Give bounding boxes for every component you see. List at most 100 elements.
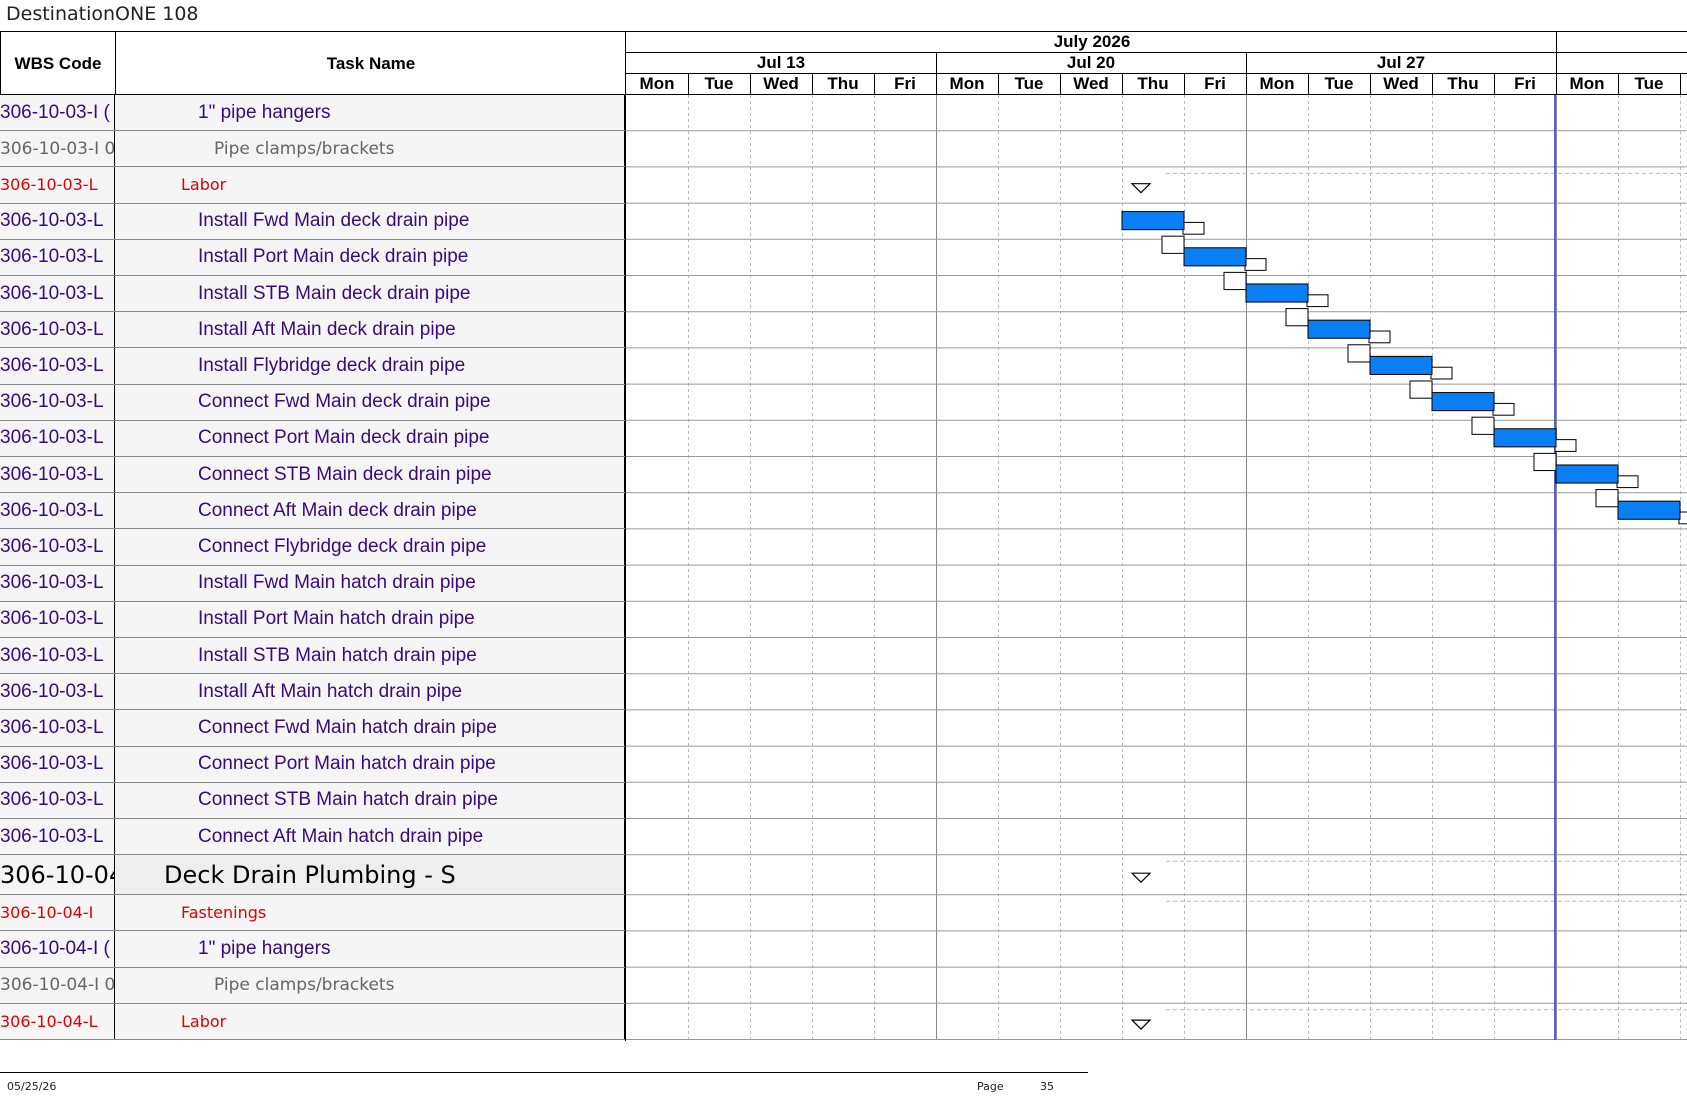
table-row[interactable]: 306-10-03-L Install Port Main hatch drain… — [0, 601, 625, 638]
table-row[interactable]: 306-10-03-L Install STB Main deck drain p… — [0, 276, 625, 313]
task-bar — [1307, 319, 1371, 339]
timescale-day: Tue — [1324, 74, 1354, 93]
timescale-day: Fri — [1514, 74, 1536, 93]
wbs-code-cell[interactable]: 306-10-04-L — [0, 1003, 115, 1039]
task-name-cell[interactable]: Connect STB Main hatch drain pipe — [116, 782, 625, 818]
wbs-code-cell[interactable]: 306-10-03-L — [0, 674, 115, 710]
wbs-code-cell[interactable]: 306-10-03-L — [0, 276, 115, 312]
table-row[interactable]: 306-10-03-L Connect Fwd Main hatch drain … — [0, 710, 625, 747]
task-bar — [1617, 500, 1681, 520]
table-row[interactable]: 306-10-04-I Fastenings — [0, 895, 625, 932]
column-header-wbs[interactable]: WBS Code — [1, 32, 116, 95]
footer-date: 05/25/26 — [7, 1080, 57, 1093]
task-name-cell[interactable]: Install Fwd Main hatch drain pipe — [116, 565, 625, 601]
table-row[interactable]: 306-10-03-L Install STB Main hatch drain … — [0, 638, 625, 675]
bar-slack-box — [1368, 330, 1391, 344]
wbs-code-cell[interactable]: 306-10-03-L — [0, 746, 115, 782]
table-row[interactable]: 306-10-03-L Install Fwd Main deck drain p… — [0, 203, 625, 240]
table-row[interactable]: 306-10-03-L Connect Fwd Main deck drain p… — [0, 384, 625, 421]
wbs-code-cell[interactable]: 306-10-04-I — [0, 895, 115, 931]
wbs-code-cell[interactable]: 306-10-03-L — [0, 384, 115, 420]
task-name-cell[interactable]: Pipe clamps/brackets — [116, 967, 625, 1003]
task-name-cell[interactable]: Labor — [116, 167, 625, 203]
wbs-code-cell[interactable]: 306-10-03-L — [0, 457, 115, 493]
table-row[interactable]: 306-10-03-L Install Fwd Main hatch drain … — [0, 565, 625, 602]
timescale-day: Fri — [1204, 74, 1226, 93]
table-row[interactable]: 306-10-03-L Install Aft Main hatch drain … — [0, 674, 625, 711]
wbs-code-cell[interactable]: 306-10-03-I 01 — [0, 131, 115, 167]
wbs-code-cell[interactable]: 306-10-03-L — [0, 782, 115, 818]
table-row[interactable]: 306-10-03-L Install Aft Main deck drain p… — [0, 312, 625, 349]
table-row[interactable]: 306-10-03-L Labor — [0, 167, 625, 204]
timescale-day: Wed — [1073, 74, 1109, 93]
task-name-cell[interactable]: Fastenings — [116, 895, 625, 931]
timescale-day: Tue — [1634, 74, 1664, 93]
wbs-code-cell[interactable]: 306-10-03-L — [0, 167, 115, 203]
task-name-cell[interactable]: Connect STB Main deck drain pipe — [116, 457, 625, 493]
link-box — [1161, 235, 1185, 254]
page-title: DestinationONE 108 — [6, 3, 199, 25]
task-name-cell[interactable]: Connect Aft Main hatch drain pipe — [116, 819, 625, 855]
timescale-day: Thu — [1137, 74, 1169, 93]
task-name-cell[interactable]: Connect Fwd Main hatch drain pipe — [116, 710, 625, 746]
wbs-code-cell[interactable]: 306-10-03-L — [0, 565, 115, 601]
task-name-cell[interactable]: Install Aft Main deck drain pipe — [116, 312, 625, 348]
wbs-code-cell[interactable]: 306-10-03-L — [0, 493, 115, 529]
summary-row[interactable]: 306-10-04 Deck Drain Plumbing - S — [0, 855, 625, 896]
wbs-code-cell[interactable]: 306-10-03-I ( — [0, 95, 115, 131]
wbs-code-cell[interactable]: 306-10-03-L — [0, 203, 115, 239]
task-name-cell[interactable]: Install Flybridge deck drain pipe — [116, 348, 625, 384]
table-row[interactable]: 306-10-03-L Connect STB Main hatch drain … — [0, 782, 625, 819]
timescale-month: July 2026 — [1053, 32, 1131, 51]
task-name-cell[interactable]: Connect Port Main deck drain pipe — [116, 420, 625, 456]
table-row[interactable]: 306-10-03-L Connect Aft Main hatch drain … — [0, 819, 625, 856]
task-name-cell[interactable]: 1" pipe hangers — [116, 931, 625, 967]
task-name-cell[interactable]: Connect Port Main hatch drain pipe — [116, 746, 625, 782]
task-name-cell[interactable]: Install Aft Main hatch drain pipe — [116, 674, 625, 710]
wbs-code-cell[interactable]: 306-10-03-L — [0, 529, 115, 565]
wbs-code-cell[interactable]: 306-10-03-L — [0, 312, 115, 348]
table-row[interactable]: 306-10-03-L Connect Aft Main deck drain p… — [0, 493, 625, 530]
task-name-cell[interactable]: Connect Aft Main deck drain pipe — [116, 493, 625, 529]
task-name-cell[interactable]: Install Port Main hatch drain pipe — [116, 601, 625, 637]
task-name-cell[interactable]: Deck Drain Plumbing - S — [116, 855, 625, 895]
wbs-code-cell[interactable]: 306-10-03-L — [0, 348, 115, 384]
table-row[interactable]: 306-10-03-L Connect Flybridge deck drain … — [0, 529, 625, 566]
table-row[interactable]: 306-10-03-L Connect Port Main deck drain … — [0, 420, 625, 457]
wbs-code-cell[interactable]: 306-10-04 — [0, 855, 115, 895]
wbs-code-cell[interactable]: 306-10-03-L — [0, 601, 115, 637]
task-name-cell[interactable]: Connect Flybridge deck drain pipe — [116, 529, 625, 565]
link-box — [1533, 452, 1557, 472]
footer-page-label: Page — [977, 1080, 1004, 1093]
table-row[interactable]: 306-10-04-I 01 Pipe clamps/brackets — [0, 967, 625, 1004]
wbs-code-cell[interactable]: 306-10-04-I ( — [0, 931, 115, 967]
table-row[interactable]: 306-10-04-L Labor — [0, 1003, 625, 1040]
task-name-cell[interactable]: Connect Fwd Main deck drain pipe — [116, 384, 625, 420]
task-name-cell[interactable]: Labor — [116, 1003, 625, 1039]
task-name-cell[interactable]: Install STB Main deck drain pipe — [116, 276, 625, 312]
task-name-cell[interactable]: Install Port Main deck drain pipe — [116, 239, 625, 275]
table-row[interactable]: 306-10-03-L Install Flybridge deck drain … — [0, 348, 625, 385]
task-name-cell[interactable]: Install Fwd Main deck drain pipe — [116, 203, 625, 239]
table-row[interactable]: 306-10-03-I (1" pipe hangers — [0, 95, 625, 132]
bar-slack-box — [1182, 221, 1205, 235]
column-header-task-name[interactable]: Task Name — [116, 32, 626, 95]
table-row[interactable]: 306-10-03-L Connect Port Main hatch drain… — [0, 746, 625, 783]
gantt-svg — [626, 95, 1687, 1040]
table-row[interactable]: 306-10-04-I (1" pipe hangers — [0, 931, 625, 968]
wbs-code-cell[interactable]: 306-10-03-L — [0, 420, 115, 456]
bar-slack-box — [1616, 475, 1639, 489]
link-box — [1595, 489, 1619, 508]
table-row[interactable]: 306-10-03-L Connect STB Main deck drain p… — [0, 457, 625, 494]
footer-divider — [0, 1072, 1088, 1073]
task-name-cell[interactable]: Pipe clamps/brackets — [116, 131, 625, 167]
wbs-code-cell[interactable]: 306-10-03-L — [0, 819, 115, 855]
wbs-code-cell[interactable]: 306-10-03-L — [0, 710, 115, 746]
wbs-code-cell[interactable]: 306-10-04-I 01 — [0, 967, 115, 1003]
table-row[interactable]: 306-10-03-I 01 Pipe clamps/brackets — [0, 131, 625, 168]
wbs-code-cell[interactable]: 306-10-03-L — [0, 239, 115, 275]
table-row[interactable]: 306-10-03-L Install Port Main deck drain … — [0, 239, 625, 276]
task-name-cell[interactable]: 1" pipe hangers — [116, 95, 625, 131]
wbs-code-cell[interactable]: 306-10-03-L — [0, 638, 115, 674]
task-name-cell[interactable]: Install STB Main hatch drain pipe — [116, 638, 625, 674]
